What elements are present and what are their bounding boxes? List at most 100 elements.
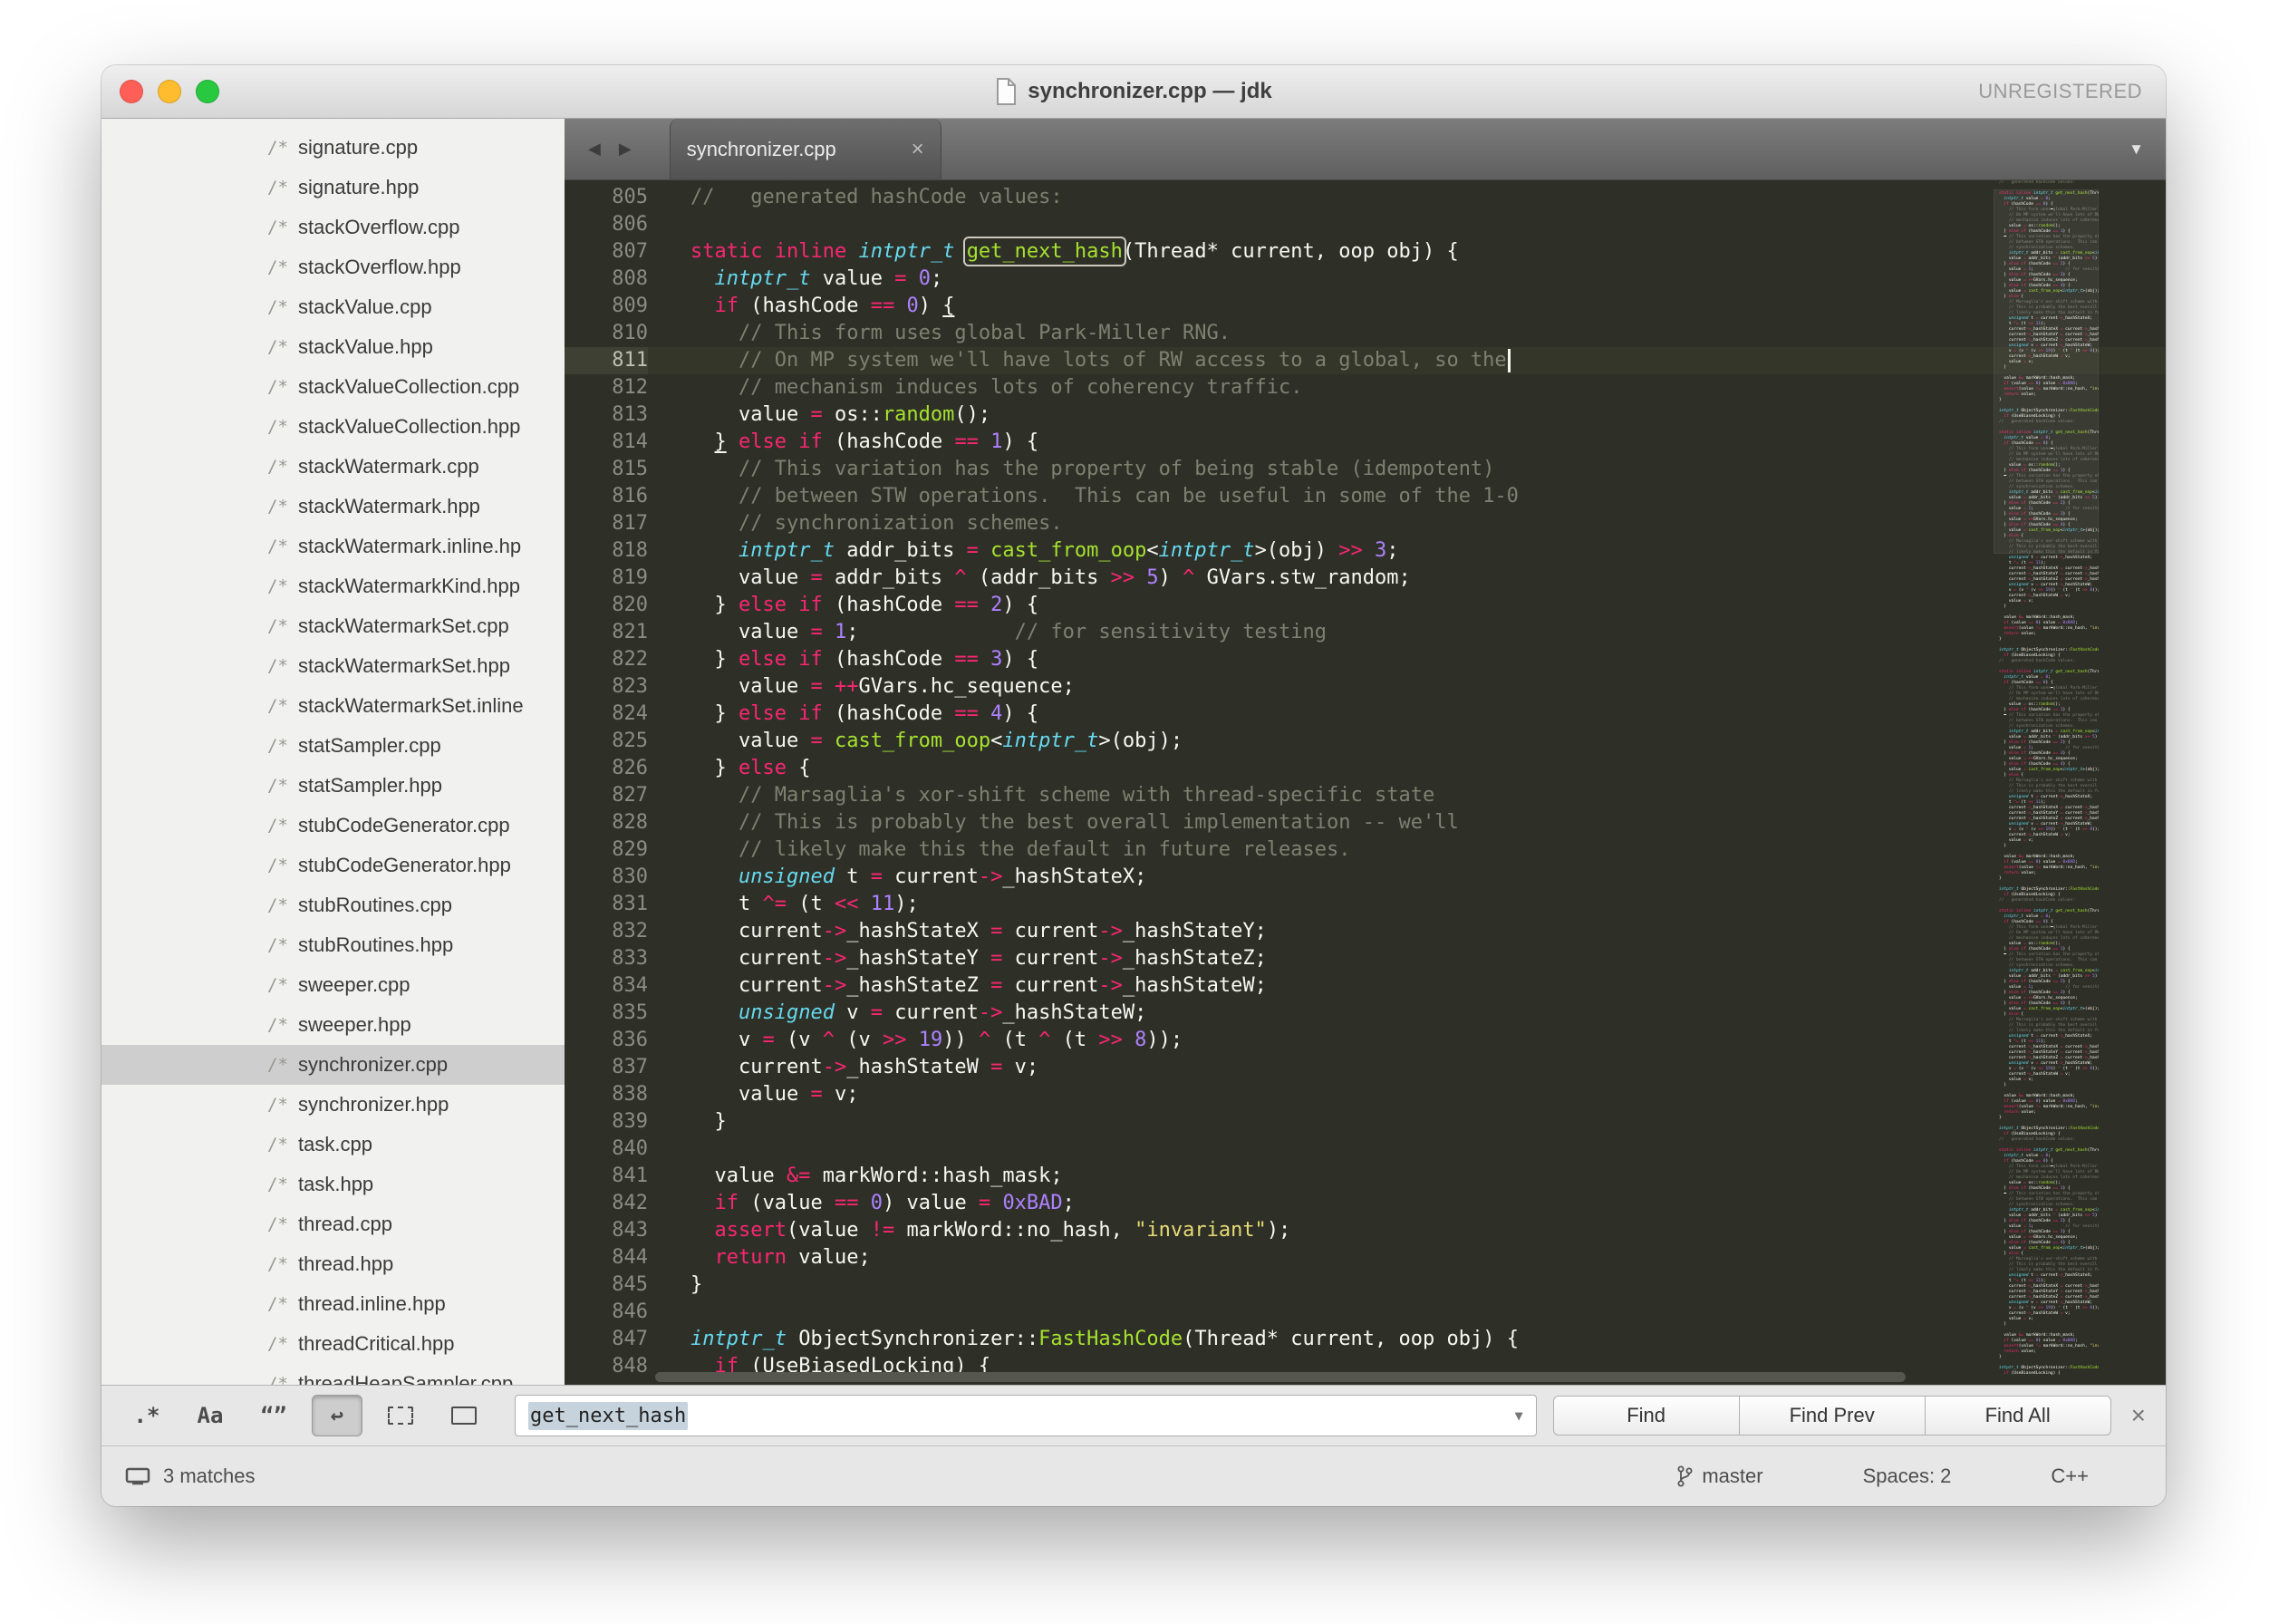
code-line[interactable]: 844 return value; bbox=[565, 1244, 2166, 1271]
code-line[interactable]: 815 // This variation has the property o… bbox=[565, 456, 2166, 483]
sidebar-item-synchronizer.hpp[interactable]: /* synchronizer.hpp bbox=[101, 1085, 565, 1125]
sidebar-item-stackValue.hpp[interactable]: /* stackValue.hpp bbox=[101, 327, 565, 367]
code-line[interactable]: 834 current->_hashStateZ = current->_has… bbox=[565, 972, 2166, 1000]
minimap-viewport[interactable] bbox=[1994, 189, 2099, 554]
tab-close-icon[interactable]: × bbox=[912, 137, 924, 162]
sidebar-item-stackWatermarkSet.inline[interactable]: /* stackWatermarkSet.inline bbox=[101, 686, 565, 726]
code-line[interactable]: 845} bbox=[565, 1271, 2166, 1299]
wrap-toggle[interactable]: ↩ bbox=[312, 1395, 362, 1436]
code-line[interactable]: 811 // On MP system we'll have lots of R… bbox=[565, 347, 2166, 374]
code-line[interactable]: 825 value = cast_from_oop<intptr_t>(obj)… bbox=[565, 728, 2166, 755]
code-line[interactable]: 839 } bbox=[565, 1108, 2166, 1136]
sidebar-item-signature.cpp[interactable]: /* signature.cpp bbox=[101, 128, 565, 168]
code-line[interactable]: 846 bbox=[565, 1299, 2166, 1326]
sidebar-item-thread.hpp[interactable]: /* thread.hpp bbox=[101, 1244, 565, 1284]
horizontal-scrollbar[interactable] bbox=[655, 1372, 1906, 1382]
sidebar-item-sweeper.cpp[interactable]: /* sweeper.cpp bbox=[101, 965, 565, 1005]
sidebar-item-threadCritical.hpp[interactable]: /* threadCritical.hpp bbox=[101, 1324, 565, 1364]
code-line[interactable]: 819 value = addr_bits ^ (addr_bits >> 5)… bbox=[565, 565, 2166, 592]
sidebar-item-threadHeapSampler.cpp[interactable]: /* threadHeapSampler.cpp bbox=[101, 1364, 565, 1385]
sidebar-item-stackWatermark.inline.hp[interactable]: /* stackWatermark.inline.hp bbox=[101, 527, 565, 566]
sidebar-item-statSampler.cpp[interactable]: /* statSampler.cpp bbox=[101, 726, 565, 766]
code-line[interactable]: 841 value &= markWord::hash_mask; bbox=[565, 1163, 2166, 1190]
code-line[interactable]: 807 static inline intptr_t get_next_hash(… bbox=[565, 237, 2166, 266]
find-all-button[interactable]: Find All bbox=[1924, 1396, 2111, 1436]
sidebar-item-stubCodeGenerator.cpp[interactable]: /* stubCodeGenerator.cpp bbox=[101, 806, 565, 846]
find-prev-button[interactable]: Find Prev bbox=[1738, 1396, 1926, 1436]
code-line[interactable]: 818 intptr_t addr_bits = cast_from_oop<i… bbox=[565, 537, 2166, 565]
tab-synchronizer-cpp[interactable]: synchronizer.cpp × bbox=[669, 119, 941, 179]
sidebar-item-stackWatermarkKind.hpp[interactable]: /* stackWatermarkKind.hpp bbox=[101, 566, 565, 606]
code-line[interactable]: 835 unsigned v = current->_hashStateW; bbox=[565, 1000, 2166, 1027]
sidebar-item-thread.cpp[interactable]: /* thread.cpp bbox=[101, 1204, 565, 1244]
code-line[interactable]: 837 current->_hashStateW = v; bbox=[565, 1054, 2166, 1081]
code-line[interactable]: 808 intptr_t value = 0; bbox=[565, 266, 2166, 293]
indentation-indicator[interactable]: Spaces: 2 bbox=[1863, 1464, 1952, 1488]
sidebar-item-signature.hpp[interactable]: /* signature.hpp bbox=[101, 168, 565, 208]
in-selection-toggle[interactable] bbox=[375, 1395, 426, 1436]
code-line[interactable]: 822 } else if (hashCode == 3) { bbox=[565, 646, 2166, 673]
sidebar-item-statSampler.hpp[interactable]: /* statSampler.hpp bbox=[101, 766, 565, 806]
syntax-indicator[interactable]: C++ bbox=[2051, 1464, 2089, 1488]
code-line[interactable]: 805// generated hashCode values: bbox=[565, 184, 2166, 211]
code-line[interactable]: 847 intptr_t ObjectSynchronizer::FastHash… bbox=[565, 1326, 2166, 1353]
sidebar-item-stackValueCollection.hpp[interactable]: /* stackValueCollection.hpp bbox=[101, 407, 565, 447]
minimize-window-button[interactable] bbox=[158, 80, 181, 103]
minimap[interactable]: // generated hashCode values: static inli… bbox=[1994, 180, 2099, 1377]
nav-back-icon[interactable]: ◀ bbox=[588, 140, 601, 159]
nav-forward-icon[interactable]: ▶ bbox=[619, 140, 632, 159]
code-line[interactable]: 817 // synchronization schemes. bbox=[565, 510, 2166, 537]
code-line[interactable]: 814 } else if (hashCode == 1) { bbox=[565, 429, 2166, 456]
sidebar-item-thread.inline.hpp[interactable]: /* thread.inline.hpp bbox=[101, 1284, 565, 1324]
code-line[interactable]: 831 t ^= (t << 11); bbox=[565, 891, 2166, 918]
sidebar-item-stackValue.cpp[interactable]: /* stackValue.cpp bbox=[101, 287, 565, 327]
code-line[interactable]: 842 if (value == 0) value = 0xBAD; bbox=[565, 1190, 2166, 1217]
sidebar-item-stubRoutines.hpp[interactable]: /* stubRoutines.hpp bbox=[101, 925, 565, 965]
code-line[interactable]: 821 value = 1; // for sensitivity testin… bbox=[565, 619, 2166, 646]
code-line[interactable]: 830 unsigned t = current->_hashStateX; bbox=[565, 864, 2166, 891]
code-line[interactable]: 820 } else if (hashCode == 2) { bbox=[565, 592, 2166, 619]
title-bar[interactable]: synchronizer.cpp — jdk UNREGISTERED bbox=[101, 65, 2166, 119]
sidebar-item-stubCodeGenerator.hpp[interactable]: /* stubCodeGenerator.hpp bbox=[101, 846, 565, 885]
code-line[interactable]: 824 } else if (hashCode == 4) { bbox=[565, 701, 2166, 728]
sidebar-item-sweeper.hpp[interactable]: /* sweeper.hpp bbox=[101, 1005, 565, 1045]
sidebar-item-task.cpp[interactable]: /* task.cpp bbox=[101, 1125, 565, 1165]
code-line[interactable]: 829 // likely make this the default in f… bbox=[565, 836, 2166, 864]
sidebar-item-stackWatermarkSet.cpp[interactable]: /* stackWatermarkSet.cpp bbox=[101, 606, 565, 646]
close-window-button[interactable] bbox=[120, 80, 143, 103]
code-line[interactable]: 806 bbox=[565, 211, 2166, 238]
case-sensitive-toggle[interactable]: Aa bbox=[185, 1395, 236, 1436]
whole-word-toggle[interactable]: “” bbox=[248, 1395, 299, 1436]
sidebar-item-task.hpp[interactable]: /* task.hpp bbox=[101, 1165, 565, 1204]
sidebar-item-stackOverflow.cpp[interactable]: /* stackOverflow.cpp bbox=[101, 208, 565, 247]
code-line[interactable]: 813 value = os::random(); bbox=[565, 401, 2166, 429]
highlight-matches-toggle[interactable] bbox=[439, 1395, 489, 1436]
code-line[interactable]: 812 // mechanism induces lots of coheren… bbox=[565, 374, 2166, 401]
code-line[interactable]: 838 value = v; bbox=[565, 1081, 2166, 1108]
code-line[interactable]: 840 bbox=[565, 1136, 2166, 1163]
find-panel-close-icon[interactable]: × bbox=[2131, 1401, 2146, 1430]
code-line[interactable]: 836 v = (v ^ (v >> 19)) ^ (t ^ (t >> 8))… bbox=[565, 1027, 2166, 1054]
code-line[interactable]: 832 current->_hashStateX = current->_has… bbox=[565, 918, 2166, 945]
code-line[interactable]: 810 // This form uses global Park-Miller… bbox=[565, 320, 2166, 347]
code-line[interactable]: 827 // Marsaglia's xor-shift scheme with… bbox=[565, 782, 2166, 809]
zoom-window-button[interactable] bbox=[196, 80, 219, 103]
code-line[interactable]: 809 if (hashCode == 0) { bbox=[565, 293, 2166, 320]
regex-toggle[interactable]: .* bbox=[121, 1395, 172, 1436]
code-line[interactable]: 823 value = ++GVars.hc_sequence; bbox=[565, 673, 2166, 701]
find-history-dropdown-icon[interactable]: ▼ bbox=[1515, 1407, 1523, 1424]
find-button[interactable]: Find bbox=[1552, 1396, 1740, 1436]
sidebar-item-synchronizer.cpp[interactable]: /* synchronizer.cpp bbox=[101, 1045, 565, 1085]
sidebar-item-stackWatermarkSet.hpp[interactable]: /* stackWatermarkSet.hpp bbox=[101, 646, 565, 686]
sidebar-item-stubRoutines.cpp[interactable]: /* stubRoutines.cpp bbox=[101, 885, 565, 925]
code-line[interactable]: 826 } else { bbox=[565, 755, 2166, 782]
sidebar-item-stackOverflow.hpp[interactable]: /* stackOverflow.hpp bbox=[101, 247, 565, 287]
sidebar-item-stackWatermark.cpp[interactable]: /* stackWatermark.cpp bbox=[101, 447, 565, 487]
code-line[interactable]: 816 // between STW operations. This can … bbox=[565, 483, 2166, 510]
code-line[interactable]: 833 current->_hashStateY = current->_has… bbox=[565, 945, 2166, 972]
code-line[interactable]: 828 // This is probably the best overall… bbox=[565, 809, 2166, 836]
code-editor[interactable]: 805// generated hashCode values: 806 807st… bbox=[565, 180, 2166, 1385]
tab-overflow-icon[interactable]: ▼ bbox=[2129, 140, 2144, 159]
find-input[interactable]: get_next_hash ▼ bbox=[515, 1395, 1537, 1436]
sidebar-item-stackValueCollection.cpp[interactable]: /* stackValueCollection.cpp bbox=[101, 367, 565, 407]
